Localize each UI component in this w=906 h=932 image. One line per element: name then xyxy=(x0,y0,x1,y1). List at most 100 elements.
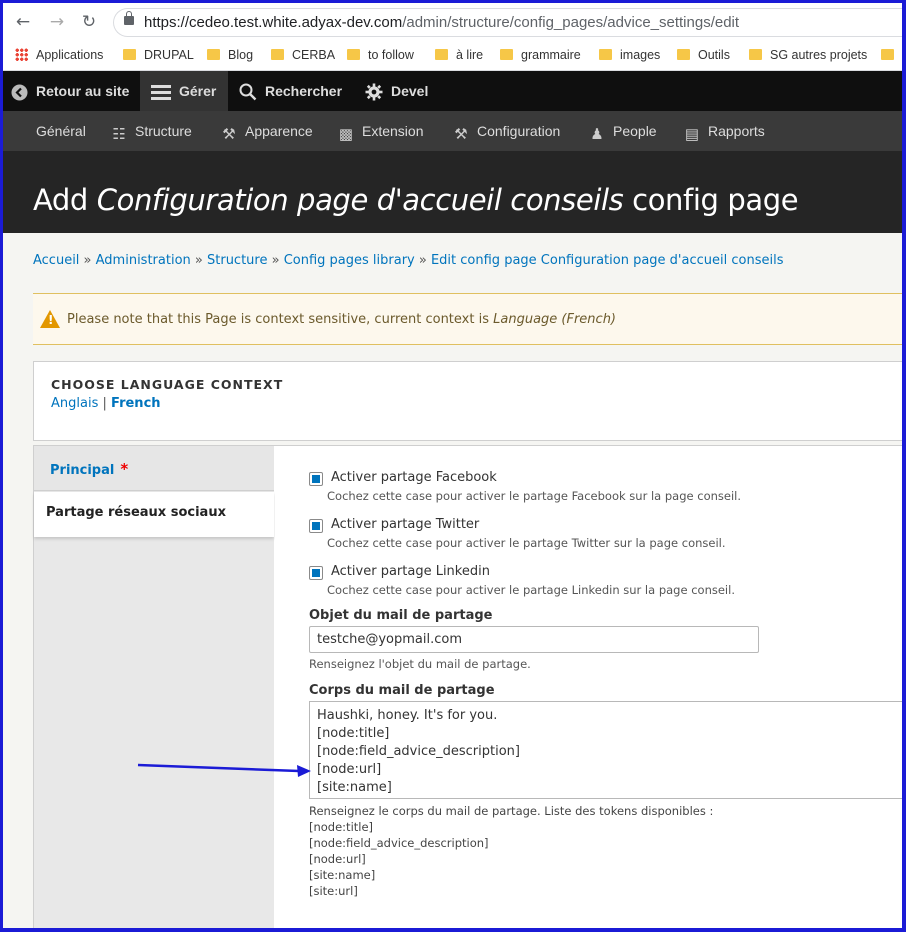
bookmark-a-lire[interactable]: à lire xyxy=(435,48,483,62)
language-link-anglais[interactable]: Anglais xyxy=(51,396,98,411)
bookmark-outils[interactable]: Outils xyxy=(677,48,730,62)
breadcrumb-config-pages-library[interactable]: Config pages library xyxy=(284,253,415,268)
bar-chart-icon: ▤ xyxy=(684,126,700,143)
tray-configuration[interactable]: ⚒ Configuration xyxy=(453,111,560,151)
body-line: [node:title] xyxy=(317,726,390,741)
tab-principal[interactable]: Principal * xyxy=(34,446,274,491)
title-config-name: Configuration page d'accueil conseils xyxy=(96,183,624,217)
folder-icon xyxy=(677,49,690,60)
address-bar[interactable]: https://cedeo.test.white.adyax-dev.com/a… xyxy=(113,8,902,37)
bookmark-truncated[interactable]: S xyxy=(881,48,902,62)
annotation-frame: ← → ↻ https://cedeo.test.white.adyax-dev… xyxy=(0,0,906,932)
language-link-french[interactable]: French xyxy=(111,396,161,411)
browser-urlbar: ← → ↻ https://cedeo.test.white.adyax-dev… xyxy=(3,3,902,41)
devel-tab[interactable]: Devel xyxy=(365,71,428,111)
folder-icon xyxy=(347,49,360,60)
facebook-share-checkbox[interactable] xyxy=(309,472,323,486)
search-icon xyxy=(239,83,257,101)
language-context-box: CHOOSE LANGUAGE CONTEXT Anglais | French xyxy=(33,361,902,441)
tray-reports[interactable]: ▤ Rapports xyxy=(684,111,765,151)
bookmark-label: Outils xyxy=(698,48,730,62)
bookmark-grammaire[interactable]: grammaire xyxy=(500,48,581,62)
checkbox-label[interactable]: Activer partage Twitter xyxy=(331,517,479,532)
tray-label: Général xyxy=(36,123,86,139)
body-description-text: Renseignez le corps du mail de partage. … xyxy=(309,804,714,818)
subject-input[interactable]: testche@yopmail.com xyxy=(309,626,759,653)
tray-label: Structure xyxy=(135,123,192,139)
body-line: [site:name] xyxy=(317,780,392,795)
toolbar-label: Retour au site xyxy=(36,83,130,99)
checkbox-label[interactable]: Activer partage Linkedin xyxy=(331,564,490,579)
lock-icon xyxy=(124,11,134,25)
bookmark-to-follow[interactable]: to follow xyxy=(347,48,414,62)
body-line: [node:url] xyxy=(317,762,382,777)
tray-structure[interactable]: ☷ Structure xyxy=(111,111,192,151)
title-suffix: config page xyxy=(623,183,799,217)
bookmark-label: Blog xyxy=(228,48,254,62)
body-textarea[interactable]: Haushki, honey. It's for you. [node:titl… xyxy=(309,701,902,799)
toolbar-label: Rechercher xyxy=(265,83,343,99)
bookmark-applications[interactable]: Applications xyxy=(15,48,103,62)
bookmark-label: Applications xyxy=(36,48,104,62)
bookmark-sg-autres-projets[interactable]: SG autres projets xyxy=(749,48,867,62)
main-content: Accueil » Administration » Structure » C… xyxy=(3,233,902,928)
required-marker: * xyxy=(120,460,129,478)
back-to-site-link[interactable]: Retour au site xyxy=(11,71,139,111)
admin-tray: Général ☷ Structure ⚒ Apparence ▩ Extension… xyxy=(3,111,902,151)
back-circle-icon xyxy=(11,84,28,101)
tray-appearance[interactable]: ⚒ Apparence xyxy=(221,111,313,151)
bookmark-label: to follow xyxy=(368,48,414,62)
forward-arrow-icon[interactable]: → xyxy=(47,12,67,32)
folder-icon xyxy=(881,49,894,60)
twitter-share-checkbox[interactable] xyxy=(309,519,323,533)
toolbar-label: Devel xyxy=(391,83,429,99)
bookmark-label: SG autres projets xyxy=(770,48,868,62)
tray-label: Apparence xyxy=(245,123,313,139)
breadcrumb-administration[interactable]: Administration xyxy=(96,253,191,268)
folder-icon xyxy=(271,49,284,60)
checkbox-description: Cochez cette case pour activer le partag… xyxy=(327,583,735,597)
folder-icon xyxy=(749,49,762,60)
back-arrow-icon[interactable]: ← xyxy=(13,12,33,32)
token-item: [node:title] xyxy=(309,820,374,834)
tray-general[interactable]: Général xyxy=(36,111,86,151)
admin-toolbar: Retour au site Gérer Rechercher Devel xyxy=(3,71,902,111)
tray-label: Rapports xyxy=(708,123,765,139)
body-description: Renseignez le corps du mail de partage. … xyxy=(309,803,713,899)
language-links: Anglais | French xyxy=(51,396,161,411)
tab-pane-partage: Activer partage Facebook Cochez cette ca… xyxy=(275,446,902,928)
tab-label: Principal xyxy=(50,463,115,478)
toolbar-label: Gérer xyxy=(179,83,217,99)
bookmarks-bar: Applications DRUPAL Blog CERBA to follow… xyxy=(3,41,902,71)
hamburger-icon xyxy=(151,85,171,101)
tray-label: Configuration xyxy=(477,123,561,139)
bookmark-drupal[interactable]: DRUPAL xyxy=(123,48,194,62)
warning-text: Please note that this Page is context se… xyxy=(67,312,616,327)
tab-partage-reseaux-sociaux[interactable]: Partage réseaux sociaux xyxy=(34,492,274,537)
manage-tab[interactable]: Gérer xyxy=(140,71,228,111)
warning-context: Language (French) xyxy=(493,312,617,327)
token-item: [node:url] xyxy=(309,852,366,866)
folder-icon xyxy=(123,49,136,60)
checkbox-description: Cochez cette case pour activer le partag… xyxy=(327,489,742,503)
folder-icon xyxy=(599,49,612,60)
tray-extension[interactable]: ▩ Extension xyxy=(338,111,424,151)
breadcrumb-edit-config-page[interactable]: Edit config page Configuration page d'ac… xyxy=(431,253,784,268)
bookmark-cerba[interactable]: CERBA xyxy=(271,48,335,62)
tray-people[interactable]: ♟ People xyxy=(589,111,656,151)
reload-icon[interactable]: ↻ xyxy=(79,12,99,32)
context-warning: Please note that this Page is context se… xyxy=(33,293,902,345)
page-header: Add Configuration page d'accueil conseil… xyxy=(3,151,902,233)
linkedin-share-checkbox[interactable] xyxy=(309,566,323,580)
bookmark-label: images xyxy=(620,48,661,62)
breadcrumb-home[interactable]: Accueil xyxy=(33,253,79,268)
sitemap-icon: ☷ xyxy=(112,126,126,143)
bookmark-images[interactable]: images xyxy=(599,48,660,62)
breadcrumb-structure[interactable]: Structure xyxy=(207,253,267,268)
search-tab[interactable]: Rechercher xyxy=(239,71,342,111)
breadcrumb: Accueil » Administration » Structure » C… xyxy=(33,253,784,268)
language-context-title: CHOOSE LANGUAGE CONTEXT xyxy=(51,377,284,392)
checkbox-label[interactable]: Activer partage Facebook xyxy=(331,470,497,485)
paint-icon: ⚒ xyxy=(222,126,236,143)
bookmark-blog[interactable]: Blog xyxy=(207,48,253,62)
